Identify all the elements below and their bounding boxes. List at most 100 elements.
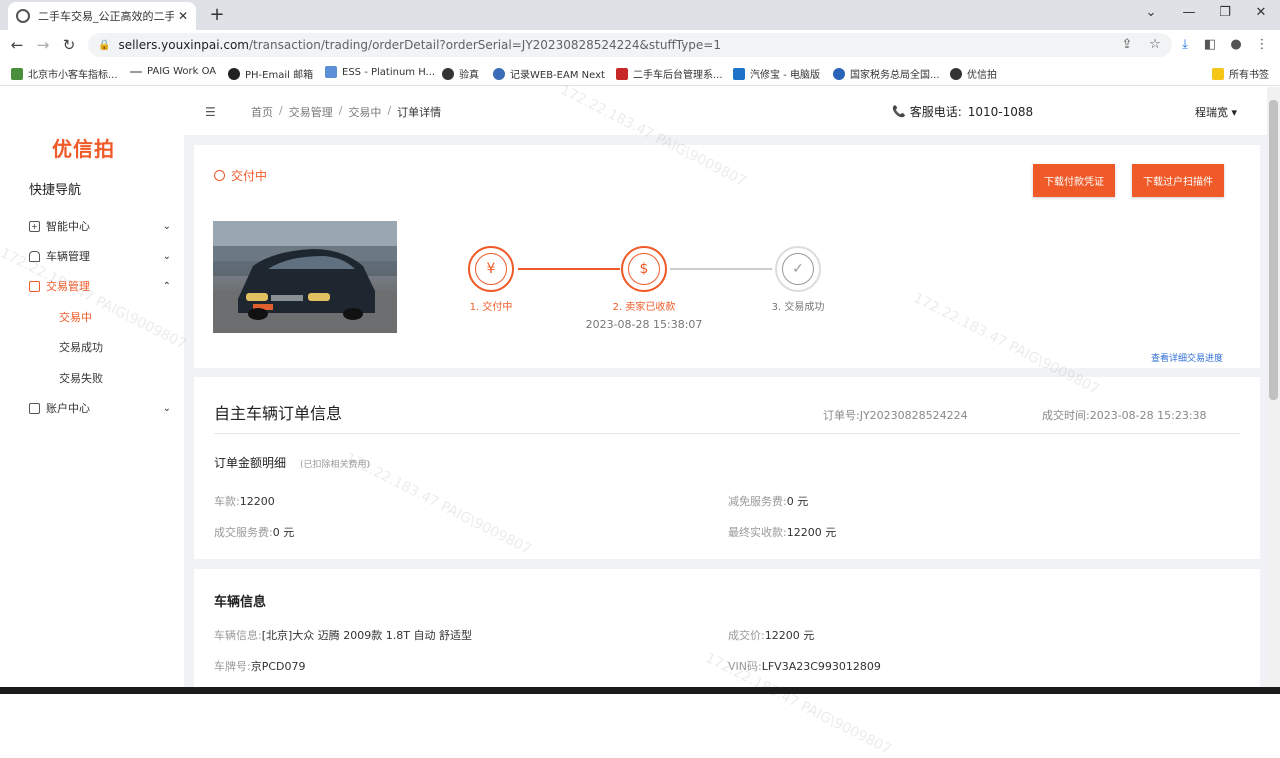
bookmark-item[interactable]: ESS - Platinum H... <box>325 66 435 78</box>
share-icon[interactable]: ⇪ <box>1117 35 1137 55</box>
browser-tab[interactable]: 二手车交易_公正高效的二手车交 ✕ <box>8 2 196 30</box>
step-2-time: 2023-08-28 15:38:07 <box>585 318 703 331</box>
quicknav-title: 快捷导航 <box>29 183 82 198</box>
download-icon[interactable]: ⤓ <box>1175 35 1195 55</box>
sidebar-subitem-failed[interactable]: 交易失败 <box>59 370 103 386</box>
hotline-label: 客服电话: <box>909 105 962 119</box>
bookmark-item[interactable]: 记录WEB-EAM Next <box>493 66 605 81</box>
user-menu[interactable]: 程瑞宽 ▾ <box>1195 104 1237 120</box>
back-icon[interactable]: ← <box>7 35 27 55</box>
divider <box>214 433 1240 434</box>
url-host: sellers.youxinpai.com <box>118 38 249 52</box>
bookmark-favicon-icon <box>442 67 454 80</box>
download-transfer-button[interactable]: 下载过户扫描件 <box>1132 164 1224 197</box>
plus-box-icon: + <box>29 220 40 232</box>
bookmark-favicon-icon <box>11 67 23 80</box>
bookmark-item[interactable]: PAIG Work OA <box>130 66 216 77</box>
order-number: 订单号:JY20230828524224 <box>823 409 968 422</box>
lock-icon: 🔒 <box>98 39 111 51</box>
breadcrumb-current: 订单详情 <box>397 106 442 119</box>
vehicle-info-title: 车辆信息 <box>214 595 267 610</box>
step-2: $ 2. 卖家已收款 2023-08-28 15:38:07 <box>584 246 704 331</box>
tab-search-icon[interactable]: ⌄ <box>1134 0 1168 30</box>
chevron-up-icon: ⌃ <box>162 280 171 292</box>
minimize-button[interactable]: — <box>1172 0 1206 30</box>
clock-icon <box>214 170 225 181</box>
url-input[interactable]: 🔒 sellers.youxinpai.com/transaction/trad… <box>88 33 1172 57</box>
plate-field: 车牌号:京PCD079 <box>214 660 306 673</box>
breadcrumb-home[interactable]: 首页 <box>251 104 273 120</box>
bookmark-item[interactable]: 验真 <box>442 66 479 81</box>
page-header: ☰ 首页 / 交易管理 / 交易中 / 订单详情 📞 客服电话: 1010-1088 … <box>184 87 1267 135</box>
status-card: 交付中 下载付款凭证 下载过户扫描件 ¥ 1. 交付中 $ 2. 卖家已收款 2… <box>194 145 1260 368</box>
profile-icon[interactable]: ● <box>1226 35 1246 55</box>
sidebar-item-vehicles[interactable]: 车辆管理 ⌄ <box>29 248 171 264</box>
menu-icon[interactable]: ⋮ <box>1252 35 1272 55</box>
bookmark-item[interactable]: PH-Email 邮箱 <box>228 66 313 81</box>
step-1: ¥ 1. 交付中 <box>431 246 551 313</box>
car-price-field: 车款:12200 <box>214 495 275 508</box>
sidebar-subitem-trading[interactable]: 交易中 <box>59 309 92 325</box>
hotline-number: 1010-1088 <box>967 104 1034 119</box>
check-icon: ✓ <box>782 253 814 285</box>
service-fee-field: 成交服务费:0 元 <box>214 526 295 539</box>
sidebar: 优信拍 快捷导航 + 智能中心 ⌄ 车辆管理 ⌄ 交易管理 ⌃ 交易中 交易成功… <box>0 87 184 694</box>
address-bar-row: ← → ↻ 🔒 sellers.youxinpai.com/transactio… <box>0 30 1280 60</box>
bookmark-item[interactable]: 二手车后台管理系... <box>616 66 723 81</box>
bookmark-item[interactable]: 国家税务总局全国... <box>833 66 940 81</box>
chevron-down-icon: ⌄ <box>162 250 171 262</box>
amount-title: 订单金额明细 (已扣除相关费用) <box>214 456 371 470</box>
bookmark-star-icon[interactable]: ☆ <box>1145 35 1165 55</box>
final-amount-field: 最终实收款:12200 元 <box>728 526 837 539</box>
bookmarks-bar: 北京市小客车指标... PAIG Work OA PH-Email 邮箱 ESS… <box>0 60 1280 86</box>
yen-icon: ¥ <box>475 253 507 285</box>
url-path: /transaction/trading/orderDetail?orderSe… <box>248 38 721 52</box>
detail-progress-link[interactable]: 查看详细交易进度 <box>1151 351 1223 364</box>
sidebar-item-account[interactable]: 账户中心 ⌄ <box>29 400 171 416</box>
reduce-fee-field: 减免服务费:0 元 <box>728 495 809 508</box>
new-tab-button[interactable]: + <box>206 4 228 26</box>
sidebar-item-transactions[interactable]: 交易管理 ⌃ <box>29 278 171 294</box>
chevron-down-icon: ⌄ <box>162 220 171 232</box>
car-photo <box>213 221 397 333</box>
breadcrumb-transactions[interactable]: 交易管理 <box>289 104 333 120</box>
sidebar-item-smart-center[interactable]: + 智能中心 ⌄ <box>29 218 171 234</box>
download-payment-button[interactable]: 下载付款凭证 <box>1033 164 1115 197</box>
order-info-card: 自主车辆订单信息 订单号:JY20230828524224 成交时间:2023-… <box>194 377 1260 559</box>
bookmark-item[interactable]: 汽修宝 - 电脑版 <box>733 66 820 81</box>
bookmark-favicon-icon <box>833 67 845 80</box>
folder-icon <box>1212 67 1224 80</box>
os-taskbar <box>0 687 1280 694</box>
scrollbar-thumb[interactable] <box>1269 100 1278 400</box>
restore-button[interactable]: ❐ <box>1208 0 1242 30</box>
close-tab-icon[interactable]: ✕ <box>178 9 188 23</box>
car-icon <box>29 250 40 262</box>
reload-icon[interactable]: ↻ <box>59 35 79 55</box>
sidepanel-icon[interactable]: ◧ <box>1200 35 1220 55</box>
bookmark-favicon-icon <box>616 67 628 80</box>
status-label: 交付中 <box>214 167 267 184</box>
bookmark-favicon-icon <box>493 67 505 80</box>
close-window-button[interactable]: ✕ <box>1244 0 1278 30</box>
breadcrumb-trading[interactable]: 交易中 <box>348 104 381 120</box>
bookmark-item[interactable]: 优信拍 <box>950 66 997 81</box>
logo: 优信拍 <box>52 137 115 161</box>
all-bookmarks[interactable]: 所有书签 <box>1212 66 1269 81</box>
collapse-menu-icon[interactable]: ☰ <box>205 105 216 119</box>
vehicle-info-card: 车辆信息 车辆信息:[北京]大众 迈腾 2009款 1.8T 自动 舒适型 成交… <box>194 569 1260 694</box>
chevron-down-icon: ⌄ <box>162 402 171 414</box>
account-icon <box>29 402 40 414</box>
forward-icon[interactable]: → <box>33 35 53 55</box>
browser-tab-strip: 二手车交易_公正高效的二手车交 ✕ + ⌄ — ❐ ✕ <box>0 0 1280 30</box>
step-3: ✓ 3. 交易成功 <box>738 246 858 313</box>
bookmark-favicon-icon <box>130 70 142 73</box>
sidebar-subitem-success[interactable]: 交易成功 <box>59 339 103 355</box>
bookmark-item[interactable]: 北京市小客车指标... <box>11 66 118 81</box>
bookmark-favicon-icon <box>228 67 240 80</box>
deal-price-field: 成交价:12200 元 <box>728 629 815 642</box>
document-icon <box>29 280 40 292</box>
page-scrollbar[interactable] <box>1267 87 1280 687</box>
phone-icon: 📞 <box>892 105 906 118</box>
order-info-title: 自主车辆订单信息 <box>214 404 343 423</box>
breadcrumb: 首页 / 交易管理 / 交易中 / 订单详情 <box>251 104 442 120</box>
